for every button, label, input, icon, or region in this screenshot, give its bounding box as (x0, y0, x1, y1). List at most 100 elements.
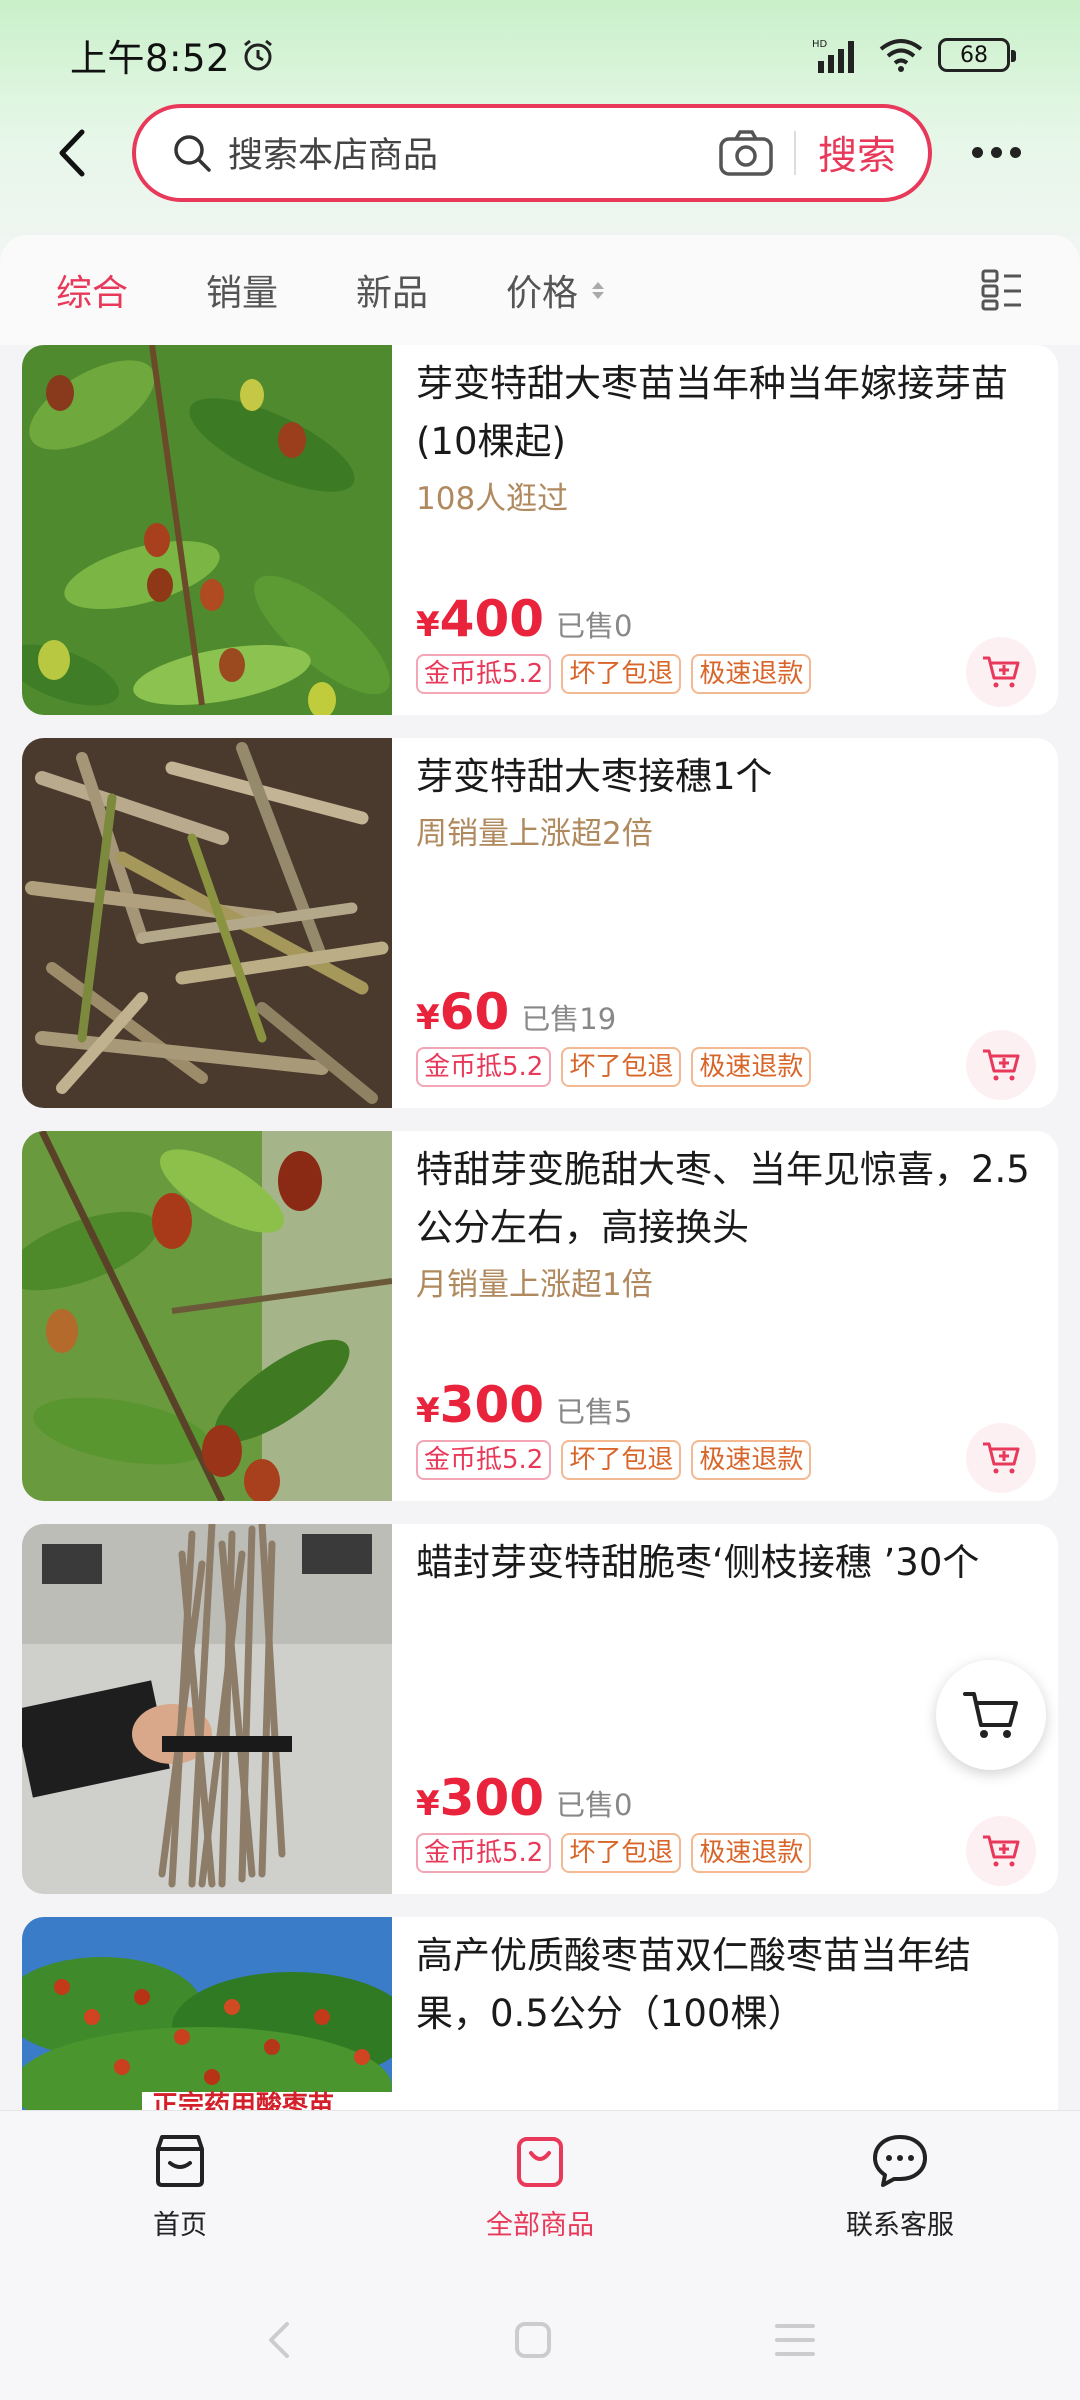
product-card[interactable]: 芽变特甜大枣苗当年种当年嫁接芽苗(10棵起) 108人逛过 ¥ 400 已售0 … (22, 345, 1058, 715)
price-currency: ¥ (416, 605, 440, 645)
sold-count: 已售5 (556, 1395, 633, 1429)
fast-refund-tag: 极速退款 (691, 1440, 812, 1480)
price-value: 300 (439, 1769, 545, 1827)
search-input[interactable]: 搜索本店商品 (228, 127, 718, 178)
price-row: ¥ 60 已售19 (416, 983, 616, 1041)
sort-bar: 综合 销量 新品 价格 (0, 235, 1080, 345)
product-subtitle: 月销量上涨超1倍 (416, 1267, 653, 1303)
status-time: 上午8:52 (70, 37, 231, 80)
nav-all-products[interactable]: 全部商品 (360, 2111, 720, 2280)
product-image-caption: 正宗药用酸枣苗 (152, 2091, 335, 2110)
product-info: 高产优质酸枣苗双仁酸枣苗当年结果，0.5公分（100棵） (392, 1917, 1058, 2110)
nav-home[interactable]: 首页 (0, 2111, 360, 2280)
back-button[interactable] (36, 118, 106, 188)
wifi-icon (879, 39, 923, 72)
product-list-panel: 综合 销量 新品 价格 芽变特甜大枣苗当年种当年嫁接芽苗(10棵起) 108人逛… (0, 235, 1080, 2110)
product-image[interactable] (22, 345, 392, 715)
more-options-button[interactable] (972, 147, 1021, 158)
product-title[interactable]: 芽变特甜大枣苗当年种当年嫁接芽苗(10棵起) (416, 355, 1036, 471)
system-back-icon[interactable] (263, 2320, 293, 2360)
product-subtitle: 108人逛过 (416, 481, 569, 517)
chat-icon (873, 2135, 927, 2187)
product-card[interactable]: 正宗药用酸枣苗 高产优质酸枣苗双仁酸枣苗当年结果，0.5公分（100棵） (22, 1917, 1058, 2110)
sort-tab-label: 新品 (356, 273, 429, 314)
camera-icon[interactable] (718, 128, 774, 178)
product-image[interactable]: 正宗药用酸枣苗 (22, 1917, 392, 2110)
system-home-icon[interactable] (513, 2320, 553, 2360)
add-to-cart-button[interactable] (966, 637, 1036, 707)
shopping-bag-icon (517, 2137, 563, 2187)
product-card[interactable]: 特甜芽变脆甜大枣、当年见惊喜，2.5公分左右，高接换头 月销量上涨超1倍 ¥ 3… (22, 1131, 1058, 1501)
sort-tab-comprehensive[interactable]: 综合 (56, 264, 128, 316)
nav-label: 联系客服 (846, 2210, 954, 2241)
sort-tab-label: 综合 (56, 273, 129, 314)
search-bar[interactable]: 搜索本店商品 搜索 (132, 103, 932, 202)
product-card[interactable]: 芽变特甜大枣接穗1个 周销量上涨超2倍 ¥ 60 已售19 金币抵5.2 坏了包… (22, 738, 1058, 1108)
product-title[interactable]: 芽变特甜大枣接穗1个 (416, 748, 1036, 806)
cart-icon (963, 1692, 1018, 1738)
return-guarantee-tag: 坏了包退 (561, 1440, 682, 1480)
layout-toggle-icon[interactable] (980, 268, 1024, 312)
search-header: 搜索本店商品 搜索 (0, 100, 1080, 205)
price-currency: ¥ (416, 998, 440, 1038)
product-tags: 金币抵5.2 坏了包退 极速退款 (416, 1440, 812, 1480)
product-info: 芽变特甜大枣苗当年种当年嫁接芽苗(10棵起) 108人逛过 ¥ 400 已售0 … (392, 345, 1058, 715)
coin-discount-tag: 金币抵5.2 (416, 1440, 552, 1480)
sort-arrows-icon (592, 281, 605, 299)
price-row: ¥ 400 已售0 (416, 590, 633, 648)
price-value: 60 (439, 983, 510, 1041)
sort-tab-label: 价格 (506, 273, 579, 314)
svg-text:HD: HD (812, 39, 828, 50)
price-row: ¥ 300 已售0 (416, 1769, 633, 1827)
battery-level: 68 (960, 42, 988, 68)
price-currency: ¥ (416, 1784, 440, 1824)
product-subtitle: 周销量上涨超2倍 (416, 816, 653, 852)
more-dot-icon (1010, 147, 1021, 158)
product-image[interactable] (22, 738, 392, 1108)
coin-discount-tag: 金币抵5.2 (416, 1833, 552, 1873)
chevron-left-icon (59, 129, 85, 176)
product-tags: 金币抵5.2 坏了包退 极速退款 (416, 654, 812, 694)
nav-customer-service[interactable]: 联系客服 (720, 2111, 1080, 2280)
cart-add-icon (983, 1442, 1020, 1474)
add-to-cart-button[interactable] (966, 1423, 1036, 1493)
price-row: ¥ 300 已售5 (416, 1376, 633, 1434)
sort-tab-price[interactable]: 价格 (506, 264, 605, 316)
return-guarantee-tag: 坏了包退 (561, 1833, 682, 1873)
product-title[interactable]: 蜡封芽变特甜脆枣‘侧枝接穗 ’30个 (416, 1534, 1036, 1592)
cart-add-icon (983, 1049, 1020, 1081)
return-guarantee-tag: 坏了包退 (561, 1047, 682, 1087)
system-recents-icon[interactable] (773, 2320, 817, 2360)
fast-refund-tag: 极速退款 (691, 1833, 812, 1873)
floating-cart-button[interactable] (936, 1660, 1046, 1770)
price-currency: ¥ (416, 1391, 440, 1431)
sort-tab-new[interactable]: 新品 (356, 264, 428, 316)
product-image[interactable] (22, 1131, 392, 1501)
add-to-cart-button[interactable] (966, 1816, 1036, 1886)
price-value: 400 (439, 590, 545, 648)
status-icons: HD 68 (812, 37, 1016, 73)
more-dot-icon (972, 147, 983, 158)
status-bar: 上午8:52 HD 68 (0, 0, 1080, 110)
product-tags: 金币抵5.2 坏了包退 极速退款 (416, 1047, 812, 1087)
product-title[interactable]: 高产优质酸枣苗双仁酸枣苗当年结果，0.5公分（100棵） (416, 1927, 1036, 2043)
search-icon (174, 134, 211, 172)
price-value: 300 (439, 1376, 545, 1434)
sort-tab-label: 销量 (206, 273, 279, 314)
product-tags: 金币抵5.2 坏了包退 极速退款 (416, 1833, 812, 1873)
cart-add-icon (983, 1835, 1020, 1867)
product-image[interactable] (22, 1524, 392, 1894)
product-card[interactable]: 蜡封芽变特甜脆枣‘侧枝接穗 ’30个 ¥ 300 已售0 金币抵5.2 坏了包退… (22, 1524, 1058, 1894)
signal-icon: HD (812, 39, 854, 73)
sort-tab-sales[interactable]: 销量 (206, 264, 278, 316)
return-guarantee-tag: 坏了包退 (561, 654, 682, 694)
add-to-cart-button[interactable] (966, 1030, 1036, 1100)
product-info: 特甜芽变脆甜大枣、当年见惊喜，2.5公分左右，高接换头 月销量上涨超1倍 ¥ 3… (392, 1131, 1058, 1501)
search-button[interactable]: 搜索 (818, 125, 896, 181)
coin-discount-tag: 金币抵5.2 (416, 1047, 552, 1087)
nav-label: 全部商品 (486, 2210, 594, 2241)
fast-refund-tag: 极速退款 (691, 654, 812, 694)
bottom-navigation: 首页 全部商品 联系客服 (0, 2110, 1080, 2280)
product-title[interactable]: 特甜芽变脆甜大枣、当年见惊喜，2.5公分左右，高接换头 (416, 1141, 1036, 1257)
sold-count: 已售0 (556, 609, 633, 643)
